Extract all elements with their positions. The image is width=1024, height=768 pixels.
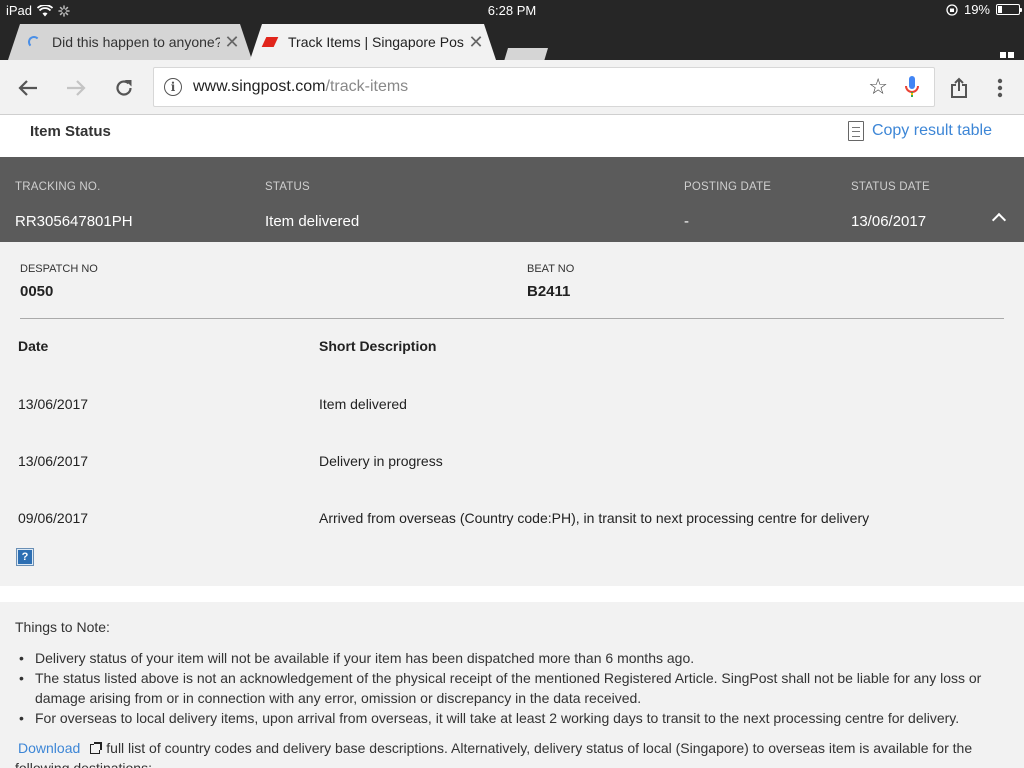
chevron-up-icon[interactable]	[991, 212, 1007, 228]
tab-did-this-happen[interactable]: Did this happen to anyone? - ✕	[8, 24, 252, 60]
orientation-lock-icon	[946, 3, 958, 16]
share-button[interactable]	[945, 74, 973, 102]
menu-button[interactable]	[986, 74, 1014, 102]
share-icon	[951, 77, 967, 98]
bookmark-star-icon[interactable]: ☆	[868, 74, 888, 100]
status-date-value: 13/06/2017	[851, 213, 927, 230]
tab-title: Did this happen to anyone? -	[52, 34, 220, 50]
things-to-note-section: Things to Note: Delivery status of your …	[0, 602, 1024, 768]
tracking-result-row[interactable]: TRACKING NO. STATUS POSTING DATE STATUS …	[0, 157, 1024, 242]
beat-no-label: BEAT NO	[527, 263, 575, 275]
event-date: 13/06/2017	[18, 453, 89, 469]
copy-result-label: Copy result table	[871, 122, 992, 139]
item-status-header: Item Status Copy result table	[0, 116, 1024, 157]
download-link[interactable]: Download	[18, 740, 80, 756]
url-host: www.singpost.com	[193, 78, 326, 95]
reload-button[interactable]	[110, 74, 138, 102]
section-gap	[0, 586, 1024, 602]
external-link-icon[interactable]	[90, 742, 103, 754]
document-icon	[847, 121, 864, 141]
browser-toolbar: i www.singpost.com/track-items ☆	[0, 60, 1024, 115]
event-description: Item delivered	[319, 396, 407, 412]
event-description: Delivery in progress	[319, 453, 443, 469]
note-item: Delivery status of your item will not be…	[15, 648, 1005, 668]
back-arrow-icon	[18, 80, 37, 96]
url-text: www.singpost.com/track-items	[193, 78, 868, 96]
ios-status-bar: iPad 6:28 PM 19%	[0, 0, 1024, 20]
beat-no-value: B2411	[527, 283, 571, 300]
forward-arrow-icon	[67, 80, 86, 96]
battery-icon	[996, 4, 1022, 15]
close-tab-icon[interactable]: ✕	[220, 32, 244, 53]
tab-track-items[interactable]: Track Items | Singapore Post ✕	[250, 24, 496, 60]
note-item: For overseas to local delivery items, up…	[15, 708, 1005, 728]
item-details-panel: DESPATCH NO 0050 BEAT NO B2411 Date Shor…	[0, 242, 1024, 586]
url-path: /track-items	[325, 78, 409, 95]
tab-strip: Did this happen to anyone? - ✕ Track Ite…	[0, 20, 1024, 60]
events-header-date: Date	[18, 338, 49, 354]
voice-search-icon[interactable]	[902, 74, 922, 100]
status-bar-time: 6:28 PM	[487, 3, 537, 18]
address-bar[interactable]: i www.singpost.com/track-items ☆	[153, 67, 935, 107]
tracking-no-value: RR305647801PH	[15, 213, 133, 230]
close-tab-icon[interactable]: ✕	[464, 32, 488, 53]
site-info-icon[interactable]: i	[164, 78, 182, 96]
download-paragraph: Download full list of country codes and d…	[15, 738, 1005, 768]
note-item: The status listed above is not an acknow…	[15, 668, 1005, 708]
singpost-favicon-icon	[262, 37, 279, 47]
event-description: Arrived from overseas (Country code:PH),…	[319, 510, 870, 526]
download-text: full list of country codes and delivery …	[15, 740, 973, 768]
back-button[interactable]	[14, 74, 42, 102]
status-bar-right: 19%	[946, 2, 1022, 17]
reload-icon	[116, 80, 132, 96]
event-date: 13/06/2017	[18, 396, 89, 412]
help-icon[interactable]: ?	[16, 548, 34, 566]
page-title: Item Status	[30, 123, 111, 140]
despatch-no-value: 0050	[20, 283, 54, 300]
battery-fill	[998, 6, 1002, 13]
details-divider	[20, 318, 1004, 319]
copy-result-table-link[interactable]: Copy result table	[847, 121, 992, 141]
battery-percent: 19%	[963, 2, 990, 17]
event-date: 09/06/2017	[18, 510, 89, 526]
posting-date-value: -	[684, 213, 689, 230]
tab-title: Track Items | Singapore Post	[288, 34, 464, 50]
notes-title: Things to Note:	[15, 619, 110, 635]
status-value: Item delivered	[265, 213, 360, 230]
more-vert-icon	[997, 78, 1003, 98]
col-status: STATUS	[265, 181, 310, 193]
events-header-description: Short Description	[319, 338, 437, 354]
despatch-no-label: DESPATCH NO	[20, 263, 98, 275]
loading-spinner-icon	[28, 36, 40, 48]
col-tracking-no: TRACKING NO.	[15, 181, 101, 193]
col-status-date: STATUS DATE	[851, 181, 930, 193]
forward-button[interactable]	[62, 74, 90, 102]
col-posting-date: POSTING DATE	[684, 181, 772, 193]
notes-list: Delivery status of your item will not be…	[15, 648, 1005, 728]
